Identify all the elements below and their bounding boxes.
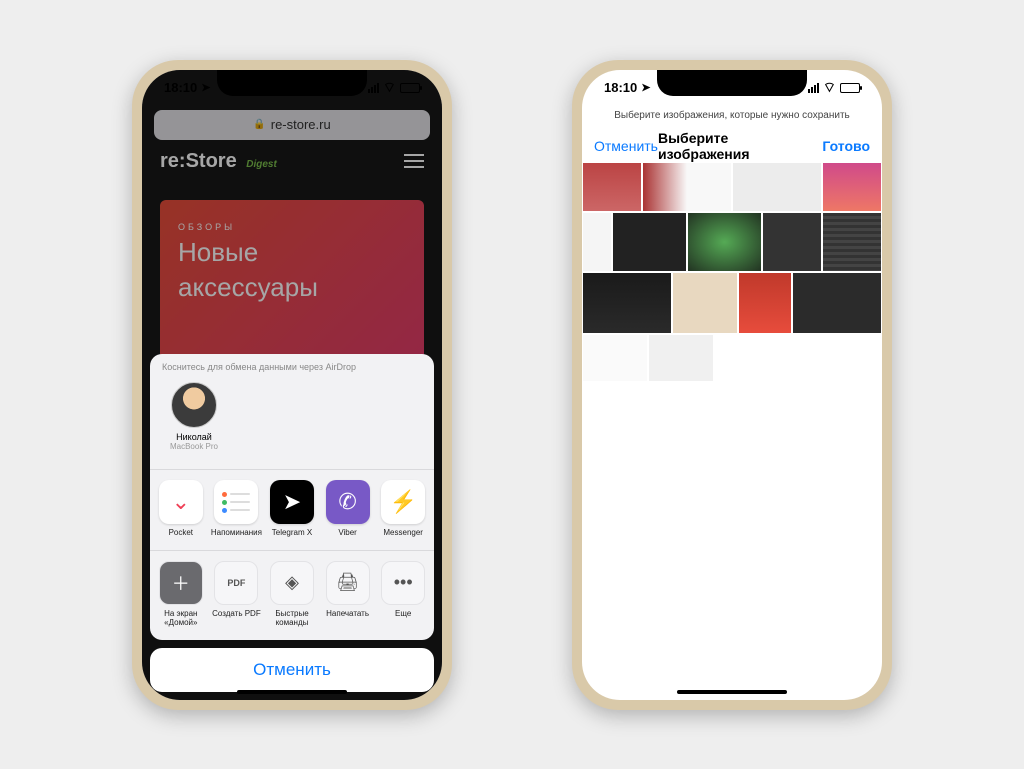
action-label: Еще xyxy=(395,610,411,619)
image-thumb[interactable] xyxy=(762,212,822,272)
action-shortcuts[interactable]: ◈ Быстрые команды xyxy=(265,561,319,628)
image-thumb[interactable] xyxy=(732,162,822,212)
image-thumb[interactable] xyxy=(582,162,642,212)
app-label: Напоминания xyxy=(211,529,262,538)
pocket-icon: ⌄ xyxy=(159,480,203,524)
action-add-home[interactable]: ＋ На экран «Домой» xyxy=(154,561,208,628)
reminders-icon xyxy=(214,480,258,524)
time-text: 18:10 xyxy=(164,80,197,95)
app-row: ⌄ Pocket Напоминания xyxy=(150,470,434,550)
image-grid xyxy=(582,162,882,382)
signal-icon xyxy=(808,83,819,93)
notch xyxy=(657,70,807,96)
battery-icon xyxy=(840,83,860,93)
image-thumb[interactable] xyxy=(822,162,882,212)
action-create-pdf[interactable]: PDF Создать PDF xyxy=(210,561,264,628)
phone-right: 18:10 ➤ Выберите изображения, которые ну… xyxy=(572,60,892,710)
share-card: Коснитесь для обмена данными через AirDr… xyxy=(150,354,434,639)
viber-icon: ✆ xyxy=(326,480,370,524)
cancel-button[interactable]: Отменить xyxy=(594,138,658,154)
app-label: Viber xyxy=(338,529,357,538)
wifi-icon xyxy=(383,79,396,97)
avatar xyxy=(171,382,217,428)
print-icon: 🖨 xyxy=(326,561,370,605)
app-label: Telegram X xyxy=(272,529,312,538)
action-label: Напечатать xyxy=(326,610,369,619)
action-label: Создать PDF xyxy=(212,610,261,619)
image-thumb[interactable] xyxy=(612,212,687,272)
status-right xyxy=(808,79,860,97)
time-text: 18:10 xyxy=(604,80,637,95)
share-app-telegram[interactable]: ➤ Telegram X xyxy=(265,480,319,538)
action-label: Быстрые команды xyxy=(265,610,319,628)
image-thumb[interactable] xyxy=(582,212,612,272)
image-thumb[interactable] xyxy=(582,272,672,334)
shortcuts-icon: ◈ xyxy=(270,561,314,605)
telegram-icon: ➤ xyxy=(270,480,314,524)
home-indicator[interactable] xyxy=(677,690,787,694)
action-row: ＋ На экран «Домой» PDF Создать PDF ◈ Быс… xyxy=(150,551,434,640)
done-button[interactable]: Готово xyxy=(822,138,870,154)
pdf-icon: PDF xyxy=(214,561,258,605)
share-app-pocket[interactable]: ⌄ Pocket xyxy=(154,480,208,538)
image-thumb[interactable] xyxy=(738,272,792,334)
image-thumb[interactable] xyxy=(582,334,648,382)
airdrop-hint: Коснитесь для обмена данными через AirDr… xyxy=(162,362,422,372)
notch xyxy=(217,70,367,96)
action-more[interactable]: ••• Еще xyxy=(376,561,430,628)
image-thumb[interactable] xyxy=(792,272,882,334)
action-print[interactable]: 🖨 Напечатать xyxy=(321,561,375,628)
status-right xyxy=(368,79,420,97)
messenger-icon: ⚡ xyxy=(381,480,425,524)
status-time: 18:10 ➤ xyxy=(604,80,650,95)
nav-bar: Отменить Выберите изображения Готово xyxy=(582,130,882,162)
save-hint: Выберите изображения, которые нужно сохр… xyxy=(582,110,882,121)
contact-name: Николай xyxy=(176,432,212,442)
battery-icon xyxy=(400,83,420,93)
contact-device: MacBook Pro xyxy=(170,442,218,451)
share-app-viber[interactable]: ✆ Viber xyxy=(321,480,375,538)
image-thumb[interactable] xyxy=(642,162,732,212)
status-time: 18:10 ➤ xyxy=(164,80,210,95)
share-app-reminders[interactable]: Напоминания xyxy=(210,480,264,538)
home-indicator[interactable] xyxy=(237,690,347,694)
signal-icon xyxy=(368,83,379,93)
cancel-button[interactable]: Отменить xyxy=(150,648,434,692)
screen: 18:10 ➤ Выберите изображения, которые ну… xyxy=(582,70,882,700)
add-home-icon: ＋ xyxy=(159,561,203,605)
action-label: На экран «Домой» xyxy=(154,610,208,628)
nav-title: Выберите изображения xyxy=(658,130,822,162)
share-app-messenger[interactable]: ⚡ Messenger xyxy=(376,480,430,538)
location-icon: ➤ xyxy=(641,81,650,94)
image-thumb[interactable] xyxy=(648,334,714,382)
more-icon: ••• xyxy=(381,561,425,605)
image-thumb[interactable] xyxy=(687,212,762,272)
wifi-icon xyxy=(823,79,836,97)
app-label: Pocket xyxy=(169,529,193,538)
app-label: Messenger xyxy=(383,529,423,538)
phone-left: 18:10 ➤ 🔒 re-store.ru re:Store Digest ОБ… xyxy=(132,60,452,710)
image-thumb[interactable] xyxy=(822,212,882,272)
airdrop-contact[interactable]: Николай MacBook Pro xyxy=(162,376,226,461)
share-sheet: Коснитесь для обмена данными через AirDr… xyxy=(150,354,434,691)
image-thumb[interactable] xyxy=(672,272,738,334)
airdrop-section: Коснитесь для обмена данными через AirDr… xyxy=(150,354,434,469)
location-icon: ➤ xyxy=(201,81,210,94)
screen: 18:10 ➤ 🔒 re-store.ru re:Store Digest ОБ… xyxy=(142,70,442,700)
